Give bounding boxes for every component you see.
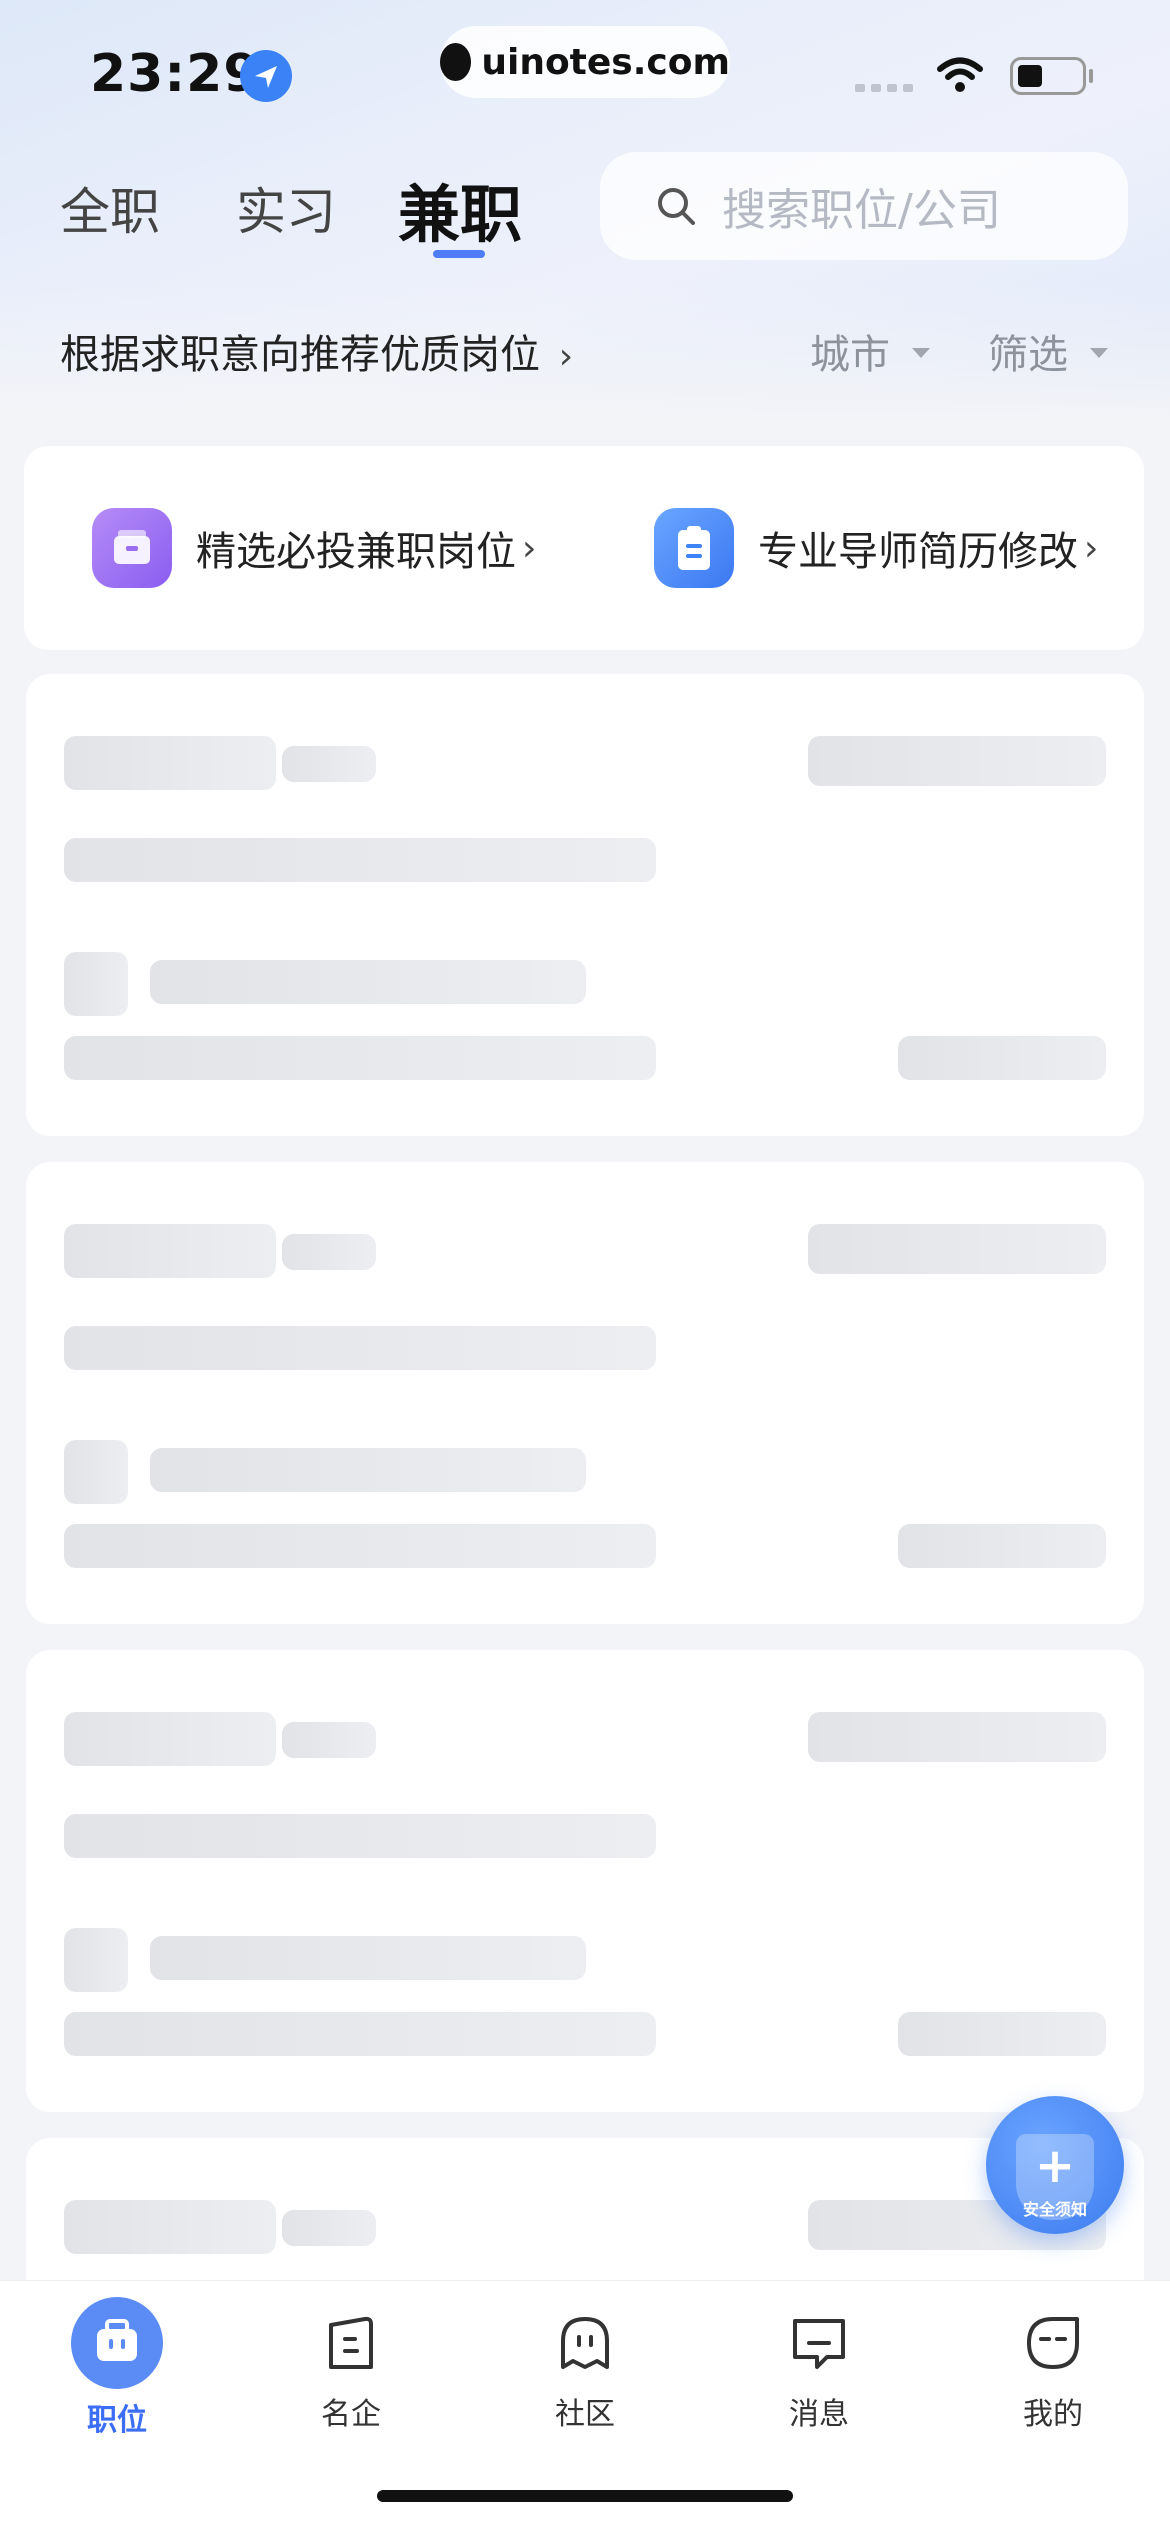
skeleton-salary <box>808 736 1106 786</box>
skeleton-avatar <box>64 952 128 1016</box>
briefcase-icon <box>71 2297 163 2389</box>
skeleton-line <box>64 2012 656 2056</box>
job-card-skeleton[interactable] <box>26 1650 1144 2112</box>
recommend-link[interactable]: 根据求职意向推荐优质岗位 › <box>60 322 573 380</box>
nav-label: 社区 <box>555 2397 615 2432</box>
city-filter-label: 城市 <box>810 332 890 378</box>
chevron-right-icon: › <box>1084 527 1099 569</box>
nav-item-jobs[interactable]: 职位 <box>42 2281 192 2439</box>
skeleton-line <box>64 1326 656 1370</box>
skeleton-line <box>64 1814 656 1858</box>
quick-link-selected-jobs[interactable]: 精选必投兼职岗位 › <box>92 508 536 588</box>
home-indicator <box>377 2490 793 2502</box>
skeleton-tag <box>282 2210 376 2246</box>
safety-notice-button[interactable]: + 安全须知 <box>986 2096 1124 2234</box>
skeleton-tag <box>282 1234 376 1270</box>
nav-item-companies[interactable]: 名企 <box>276 2281 426 2433</box>
recommend-label: 根据求职意向推荐优质岗位 <box>60 332 540 378</box>
city-filter[interactable]: 城市 <box>810 322 930 380</box>
quick-links-card: 精选必投兼职岗位 › 专业导师简历修改 › <box>24 446 1144 650</box>
skeleton-tag <box>282 1722 376 1758</box>
search-placeholder: 搜索职位/公司 <box>722 185 1001 236</box>
skeleton-company <box>150 1448 586 1492</box>
chevron-right-icon: › <box>558 336 574 377</box>
signal-dots-icon <box>855 84 913 92</box>
battery-icon <box>1010 57 1086 95</box>
nav-item-community[interactable]: 社区 <box>510 2281 660 2433</box>
location-arrow-icon <box>240 50 292 102</box>
active-tab-indicator <box>433 250 485 258</box>
nav-label: 消息 <box>789 2397 849 2432</box>
status-time: 23:29 <box>90 44 261 104</box>
tab-parttime[interactable]: 兼职 <box>398 164 522 254</box>
nav-label: 职位 <box>87 2403 147 2438</box>
skeleton-location <box>898 2012 1106 2056</box>
screen-filter-label: 筛选 <box>988 332 1068 378</box>
skeleton-salary <box>808 1224 1106 1274</box>
nav-label: 我的 <box>1023 2397 1083 2432</box>
skeleton-avatar <box>64 1440 128 1504</box>
skeleton-location <box>898 1524 1106 1568</box>
building-icon <box>329 2316 373 2369</box>
dropdown-triangle-icon <box>1090 348 1108 358</box>
skeleton-title <box>64 1712 276 1766</box>
quick-link-label: 精选必投兼职岗位 <box>196 529 516 575</box>
skeleton-title <box>64 2200 276 2254</box>
job-card-skeleton[interactable] <box>26 674 1144 1136</box>
skeleton-tag <box>282 746 376 782</box>
battery-cap <box>1089 69 1093 83</box>
nav-label: 名企 <box>321 2397 381 2432</box>
chat-bubble-icon <box>793 2319 845 2369</box>
face-icon <box>1027 2317 1079 2369</box>
chevron-right-icon: › <box>522 527 537 569</box>
skeleton-avatar <box>64 1928 128 1992</box>
ghost-icon <box>561 2317 609 2369</box>
search-input[interactable]: 搜索职位/公司 <box>600 152 1128 260</box>
tab-fulltime[interactable]: 全职 <box>60 172 160 244</box>
skeleton-line <box>64 1036 656 1080</box>
nav-item-profile[interactable]: 我的 <box>978 2281 1128 2433</box>
skeleton-title <box>64 1224 276 1278</box>
nav-item-messages[interactable]: 消息 <box>744 2281 894 2433</box>
job-card-skeleton[interactable] <box>26 1162 1144 1624</box>
skeleton-company <box>150 1936 586 1980</box>
job-box-icon <box>92 508 172 588</box>
dropdown-triangle-icon <box>912 348 930 358</box>
search-icon <box>656 186 696 226</box>
quick-link-label: 专业导师简历修改 <box>758 529 1078 575</box>
skeleton-line <box>64 1524 656 1568</box>
site-pill: uinotes.com <box>440 26 730 98</box>
quick-link-resume-review[interactable]: 专业导师简历修改 › <box>654 508 1098 588</box>
skeleton-location <box>898 1036 1106 1080</box>
plus-icon: + <box>1034 2138 1076 2194</box>
clipboard-icon <box>654 508 734 588</box>
skeleton-company <box>150 960 586 1004</box>
screen-filter[interactable]: 筛选 <box>988 322 1108 380</box>
safety-notice-label: 安全须知 <box>1022 2200 1087 2219</box>
skeleton-salary <box>808 1712 1106 1762</box>
wifi-icon <box>935 55 985 95</box>
site-logo-icon <box>440 43 472 81</box>
skeleton-title <box>64 736 276 790</box>
skeleton-line <box>64 838 656 882</box>
tab-internship[interactable]: 实习 <box>236 172 336 244</box>
site-name: uinotes.com <box>481 41 730 83</box>
